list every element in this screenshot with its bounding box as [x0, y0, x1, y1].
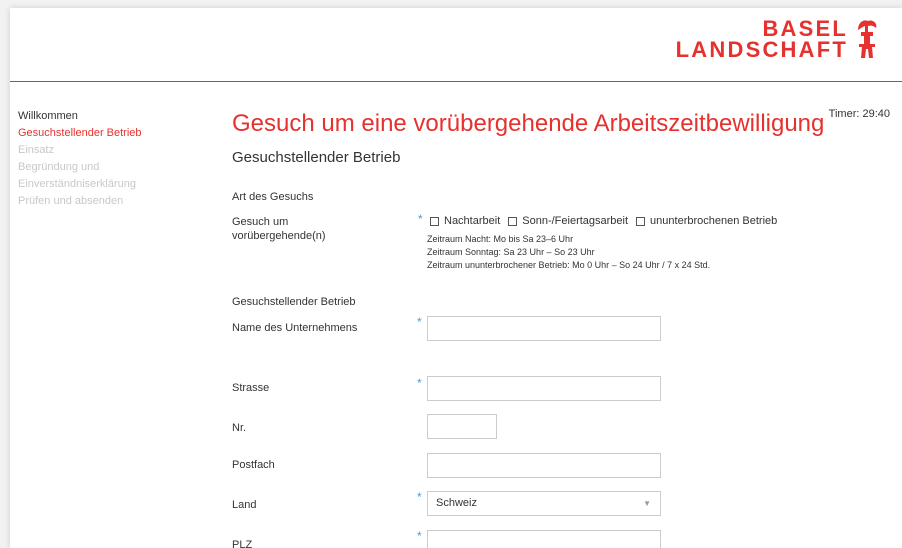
nav-item-willkommen[interactable]: Willkommen — [18, 108, 218, 125]
required-marker: * — [417, 376, 422, 390]
timer: Timer: 29:40 — [828, 108, 890, 120]
basel-landschaft-logo[interactable]: BASEL LANDSCHAFT — [675, 16, 882, 62]
sonn-feiertagsarbeit-label: Sonn-/Feiertagsarbeit — [522, 215, 629, 227]
logo-line-2: LANDSCHAFT — [675, 37, 848, 62]
option-sonn-feiertagsarbeit[interactable]: Sonn-/Feiertagsarbeit — [506, 215, 628, 227]
zeitraum-sonntag: Zeitraum Sonntag: Sa 23 Uhr – So 23 Uhr — [427, 247, 595, 257]
nav-item-begruendung: Begründung und — [18, 161, 100, 173]
art-des-gesuchs-heading: Art des Gesuchs — [232, 191, 314, 203]
ununterbrochener-betrieb-checkbox[interactable] — [636, 216, 646, 226]
postfach-label: Postfach — [232, 459, 275, 471]
sonn-feiertagsarbeit-checkbox[interactable] — [508, 216, 518, 226]
page: BASEL LANDSCHAFT Willkommen Gesuchstelle… — [10, 8, 902, 548]
land-selected-value: Schweiz — [436, 497, 477, 509]
zeitraum-ununterbrochen: Zeitraum ununterbrochener Betrieb: Mo 0 … — [427, 260, 711, 270]
gesuch-um-label: Gesuch um vorübergehende(n) — [232, 216, 326, 242]
strasse-input[interactable] — [427, 376, 661, 401]
land-select[interactable]: Schweiz ▼ — [427, 491, 661, 516]
sidebar-nav: Willkommen Gesuchstellender Betrieb Eins… — [18, 108, 218, 210]
nav-item-pruefen-und-absenden: Prüfen und absenden — [18, 195, 124, 207]
name-input[interactable] — [427, 316, 661, 341]
nav-item-einverstaendniserklaerung: Einverständniserklärung — [18, 178, 137, 190]
nr-label: Nr. — [232, 422, 247, 434]
section-title: Gesuchstellender Betrieb — [232, 149, 401, 166]
name-label: Name des Unternehmens — [232, 322, 358, 334]
nav-item-gesuchstellender-betrieb[interactable]: Gesuchstellender Betrieb — [18, 125, 218, 142]
logo-text: BASEL LANDSCHAFT — [675, 16, 848, 62]
zeitraum-nacht: Zeitraum Nacht: Mo bis Sa 23–6 Uhr — [427, 234, 574, 244]
plz-label: PLZ — [232, 539, 253, 548]
page-title: Gesuch um eine vorübergehende Arbeitszei… — [232, 110, 825, 137]
option-ununterbrochener-betrieb[interactable]: ununterbrochenen Betrieb — [634, 215, 777, 227]
plz-input[interactable] — [427, 530, 661, 548]
nav-item-einsatz: Einsatz — [18, 144, 55, 156]
gesuch-type-checkboxes: Nachtarbeit Sonn-/Feiertagsarbeit ununte… — [428, 215, 783, 227]
logo-line-1: BASEL — [762, 16, 848, 41]
postfach-input[interactable] — [427, 453, 661, 478]
strasse-label: Strasse — [232, 382, 270, 394]
nachtarbeit-label: Nachtarbeit — [444, 215, 501, 227]
header: BASEL LANDSCHAFT — [10, 8, 902, 82]
nachtarbeit-checkbox[interactable] — [430, 216, 439, 226]
betrieb-heading: Gesuchstellender Betrieb — [232, 296, 356, 308]
required-marker: * — [418, 212, 423, 226]
option-nachtarbeit[interactable]: Nachtarbeit — [428, 215, 500, 227]
required-marker: * — [417, 315, 422, 329]
chevron-down-icon: ▼ — [643, 499, 651, 508]
nr-input[interactable] — [427, 414, 497, 439]
basel-staff-crest-icon — [852, 18, 882, 60]
land-label: Land — [232, 499, 257, 511]
required-marker: * — [417, 529, 422, 543]
ununterbrochener-betrieb-label: ununterbrochenen Betrieb — [650, 215, 778, 227]
required-marker: * — [417, 490, 422, 504]
